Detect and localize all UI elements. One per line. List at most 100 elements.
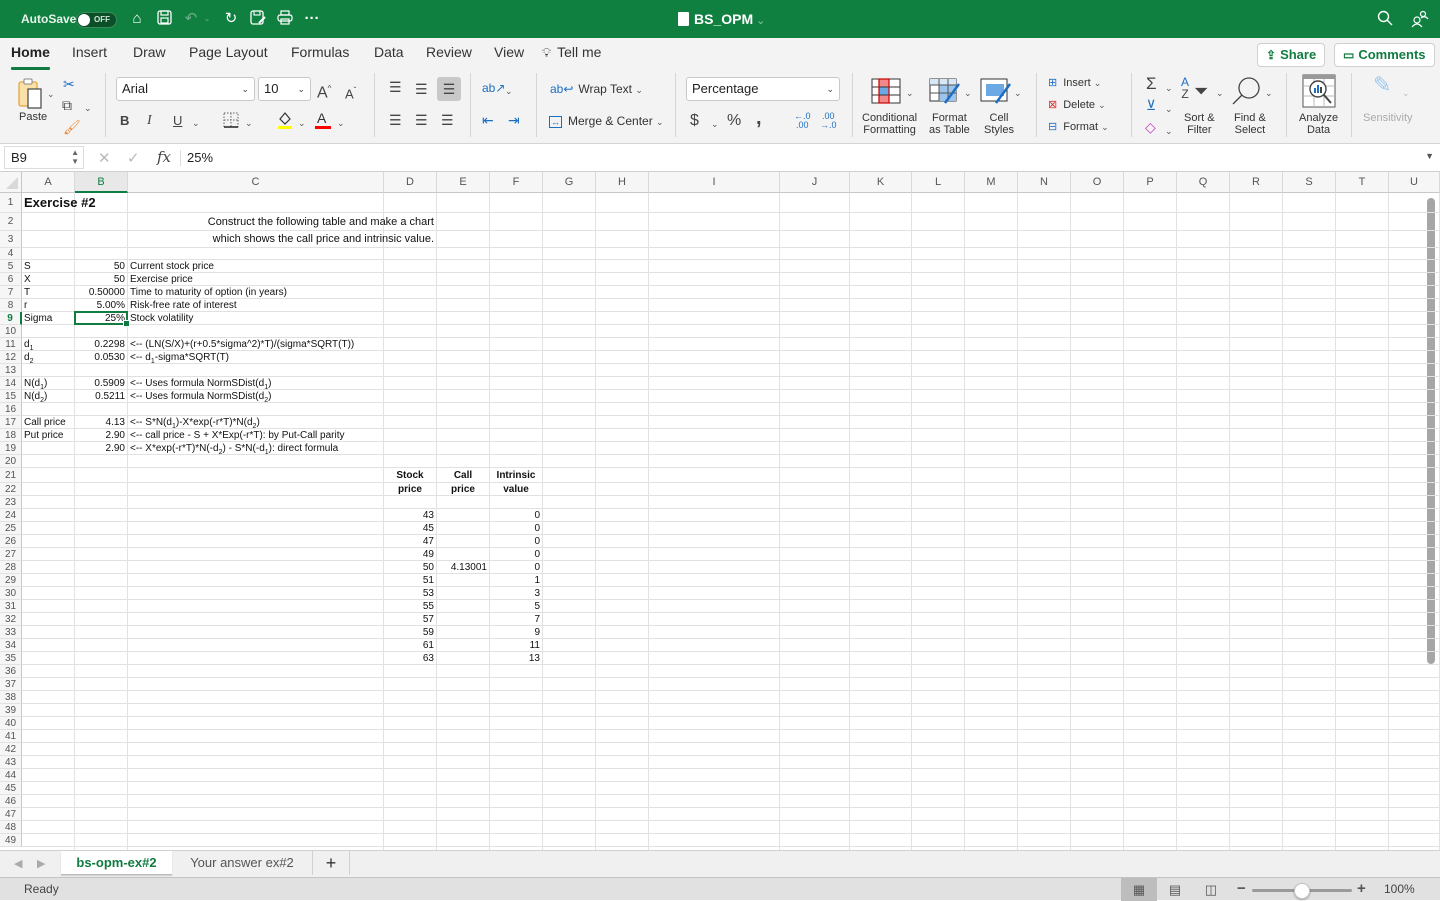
row-header-1[interactable]: 1: [0, 193, 22, 213]
align-center-icon[interactable]: ☰: [415, 111, 428, 129]
conditional-formatting-dropdown-icon[interactable]: ⌄: [906, 84, 914, 102]
more-icon[interactable]: ···: [303, 10, 321, 28]
column-header-g[interactable]: G: [543, 172, 596, 193]
row-header-24[interactable]: 24: [0, 509, 22, 522]
row-header-41[interactable]: 41: [0, 730, 22, 743]
row-header-21[interactable]: 21: [0, 468, 22, 483]
spreadsheet-grid[interactable]: A B C D E F G H I J K L M N O P Q R S T U 1 2 3 4 5 6 7 8 9 10 11 12 13 14…: [0, 172, 1440, 850]
find-select-icon[interactable]: [1231, 76, 1261, 110]
filter-funnel-icon[interactable]: ⏷: [1194, 82, 1208, 100]
column-header-o[interactable]: O: [1071, 172, 1124, 193]
column-header-c[interactable]: C: [128, 172, 384, 193]
row-header-30[interactable]: 30: [0, 587, 22, 600]
decrease-decimal-icon[interactable]: .00 →.0: [820, 112, 837, 130]
column-header-u[interactable]: U: [1389, 172, 1440, 193]
column-header-p[interactable]: P: [1124, 172, 1177, 193]
bold-button[interactable]: B: [120, 112, 129, 130]
column-header-m[interactable]: M: [965, 172, 1018, 193]
row-header-48[interactable]: 48: [0, 821, 22, 834]
cell-styles-icon[interactable]: [980, 78, 1012, 110]
row-header-38[interactable]: 38: [0, 691, 22, 704]
autosum-icon[interactable]: Σ: [1146, 75, 1157, 93]
row-header-8[interactable]: 8: [0, 299, 22, 312]
row-header-27[interactable]: 27: [0, 548, 22, 561]
row-header-9[interactable]: 9: [0, 312, 22, 325]
column-header-a[interactable]: A: [22, 172, 75, 193]
sort-filter-button[interactable]: Sort & Filter: [1184, 112, 1215, 136]
font-size-select[interactable]: 10 ⌄: [258, 77, 311, 101]
row-header-3[interactable]: 3: [0, 231, 22, 248]
tab-draw[interactable]: Draw: [133, 44, 166, 60]
align-bottom-icon[interactable]: ☰: [437, 77, 461, 101]
number-format-select[interactable]: Percentage ⌄: [686, 77, 840, 101]
tell-me[interactable]: 💡︎ Tell me: [542, 44, 601, 61]
format-as-table-button[interactable]: Format as Table: [929, 112, 970, 136]
redo-icon[interactable]: ↻: [222, 10, 240, 28]
insert-function-button[interactable]: fx: [157, 148, 171, 166]
tab-insert[interactable]: Insert: [72, 44, 107, 60]
increase-indent-icon[interactable]: ⇥: [508, 111, 520, 129]
row-header-31[interactable]: 31: [0, 600, 22, 613]
zoom-slider-thumb[interactable]: [1294, 883, 1310, 899]
row-header-11[interactable]: 11: [0, 338, 22, 351]
expand-formula-bar-icon[interactable]: ▼: [1425, 151, 1434, 161]
column-header-t[interactable]: T: [1336, 172, 1389, 193]
formula-input[interactable]: 25%: [187, 150, 213, 165]
sort-filter-icon[interactable]: AZ: [1181, 76, 1189, 100]
row-header-25[interactable]: 25: [0, 522, 22, 535]
merge-center-button[interactable]: ↔ Merge & Center ⌄: [549, 115, 664, 128]
row-header-5[interactable]: 5: [0, 260, 22, 273]
column-header-e[interactable]: E: [437, 172, 490, 193]
borders-icon[interactable]: [223, 112, 239, 132]
column-header-n[interactable]: N: [1018, 172, 1071, 193]
column-header-r[interactable]: R: [1230, 172, 1283, 193]
page-break-view-button[interactable]: ◫: [1193, 878, 1229, 901]
conditional-formatting-button[interactable]: Conditional Formatting: [862, 112, 917, 136]
row-header-49[interactable]: 49: [0, 834, 22, 847]
home-icon[interactable]: ⌂: [128, 10, 146, 28]
clear-icon[interactable]: ◇: [1145, 118, 1156, 136]
find-select-button[interactable]: Find & Select: [1234, 112, 1266, 136]
selected-cell-b9[interactable]: [74, 311, 130, 327]
insert-cells-button[interactable]: ⊞ Insert ⌄: [1048, 77, 1101, 89]
fill-color-dropdown-icon[interactable]: ⌄: [298, 114, 306, 132]
format-painter-icon[interactable]: 🖌︎: [63, 118, 81, 136]
clear-dropdown-icon[interactable]: ⌄: [1165, 122, 1173, 140]
cancel-formula-icon[interactable]: ✕: [98, 149, 111, 167]
row-header-4[interactable]: 4: [0, 248, 22, 260]
borders-dropdown-icon[interactable]: ⌄: [245, 114, 253, 132]
add-sheet-button[interactable]: +: [312, 851, 350, 875]
row-header-39[interactable]: 39: [0, 704, 22, 717]
row-header-28[interactable]: 28: [0, 561, 22, 574]
column-header-d[interactable]: D: [384, 172, 437, 193]
row-header-34[interactable]: 34: [0, 639, 22, 652]
comments-button[interactable]: ▭ Comments: [1334, 43, 1435, 67]
column-header-f[interactable]: F: [490, 172, 543, 193]
copy-icon[interactable]: ⧉: [62, 96, 72, 114]
row-header-14[interactable]: 14: [0, 377, 22, 390]
column-header-j[interactable]: J: [780, 172, 850, 193]
tab-formulas[interactable]: Formulas: [291, 44, 349, 60]
row-header-46[interactable]: 46: [0, 795, 22, 808]
tab-data[interactable]: Data: [374, 44, 404, 60]
previous-sheet-icon[interactable]: ◀: [14, 857, 22, 870]
delete-cells-button[interactable]: ⊠ Delete ⌄: [1048, 99, 1106, 111]
row-header-35[interactable]: 35: [0, 652, 22, 665]
row-header-15[interactable]: 15: [0, 390, 22, 403]
increase-decimal-icon[interactable]: ←.0.00: [794, 112, 811, 130]
align-right-icon[interactable]: ☰: [441, 111, 454, 129]
underline-dropdown-icon[interactable]: ⌄: [192, 114, 200, 132]
decrease-indent-icon[interactable]: ⇤: [482, 111, 494, 129]
row-header-19[interactable]: 19: [0, 442, 22, 455]
row-header-22[interactable]: 22: [0, 483, 22, 496]
row-header-23[interactable]: 23: [0, 496, 22, 509]
row-header-32[interactable]: 32: [0, 613, 22, 626]
row-header-18[interactable]: 18: [0, 429, 22, 442]
align-top-icon[interactable]: ☰: [389, 78, 402, 96]
search-icon[interactable]: [1377, 10, 1393, 31]
row-header-44[interactable]: 44: [0, 769, 22, 782]
column-header-i[interactable]: I: [649, 172, 780, 193]
column-header-s[interactable]: S: [1283, 172, 1336, 193]
row-header-47[interactable]: 47: [0, 808, 22, 821]
autosave-toggle[interactable]: OFF: [76, 12, 117, 28]
